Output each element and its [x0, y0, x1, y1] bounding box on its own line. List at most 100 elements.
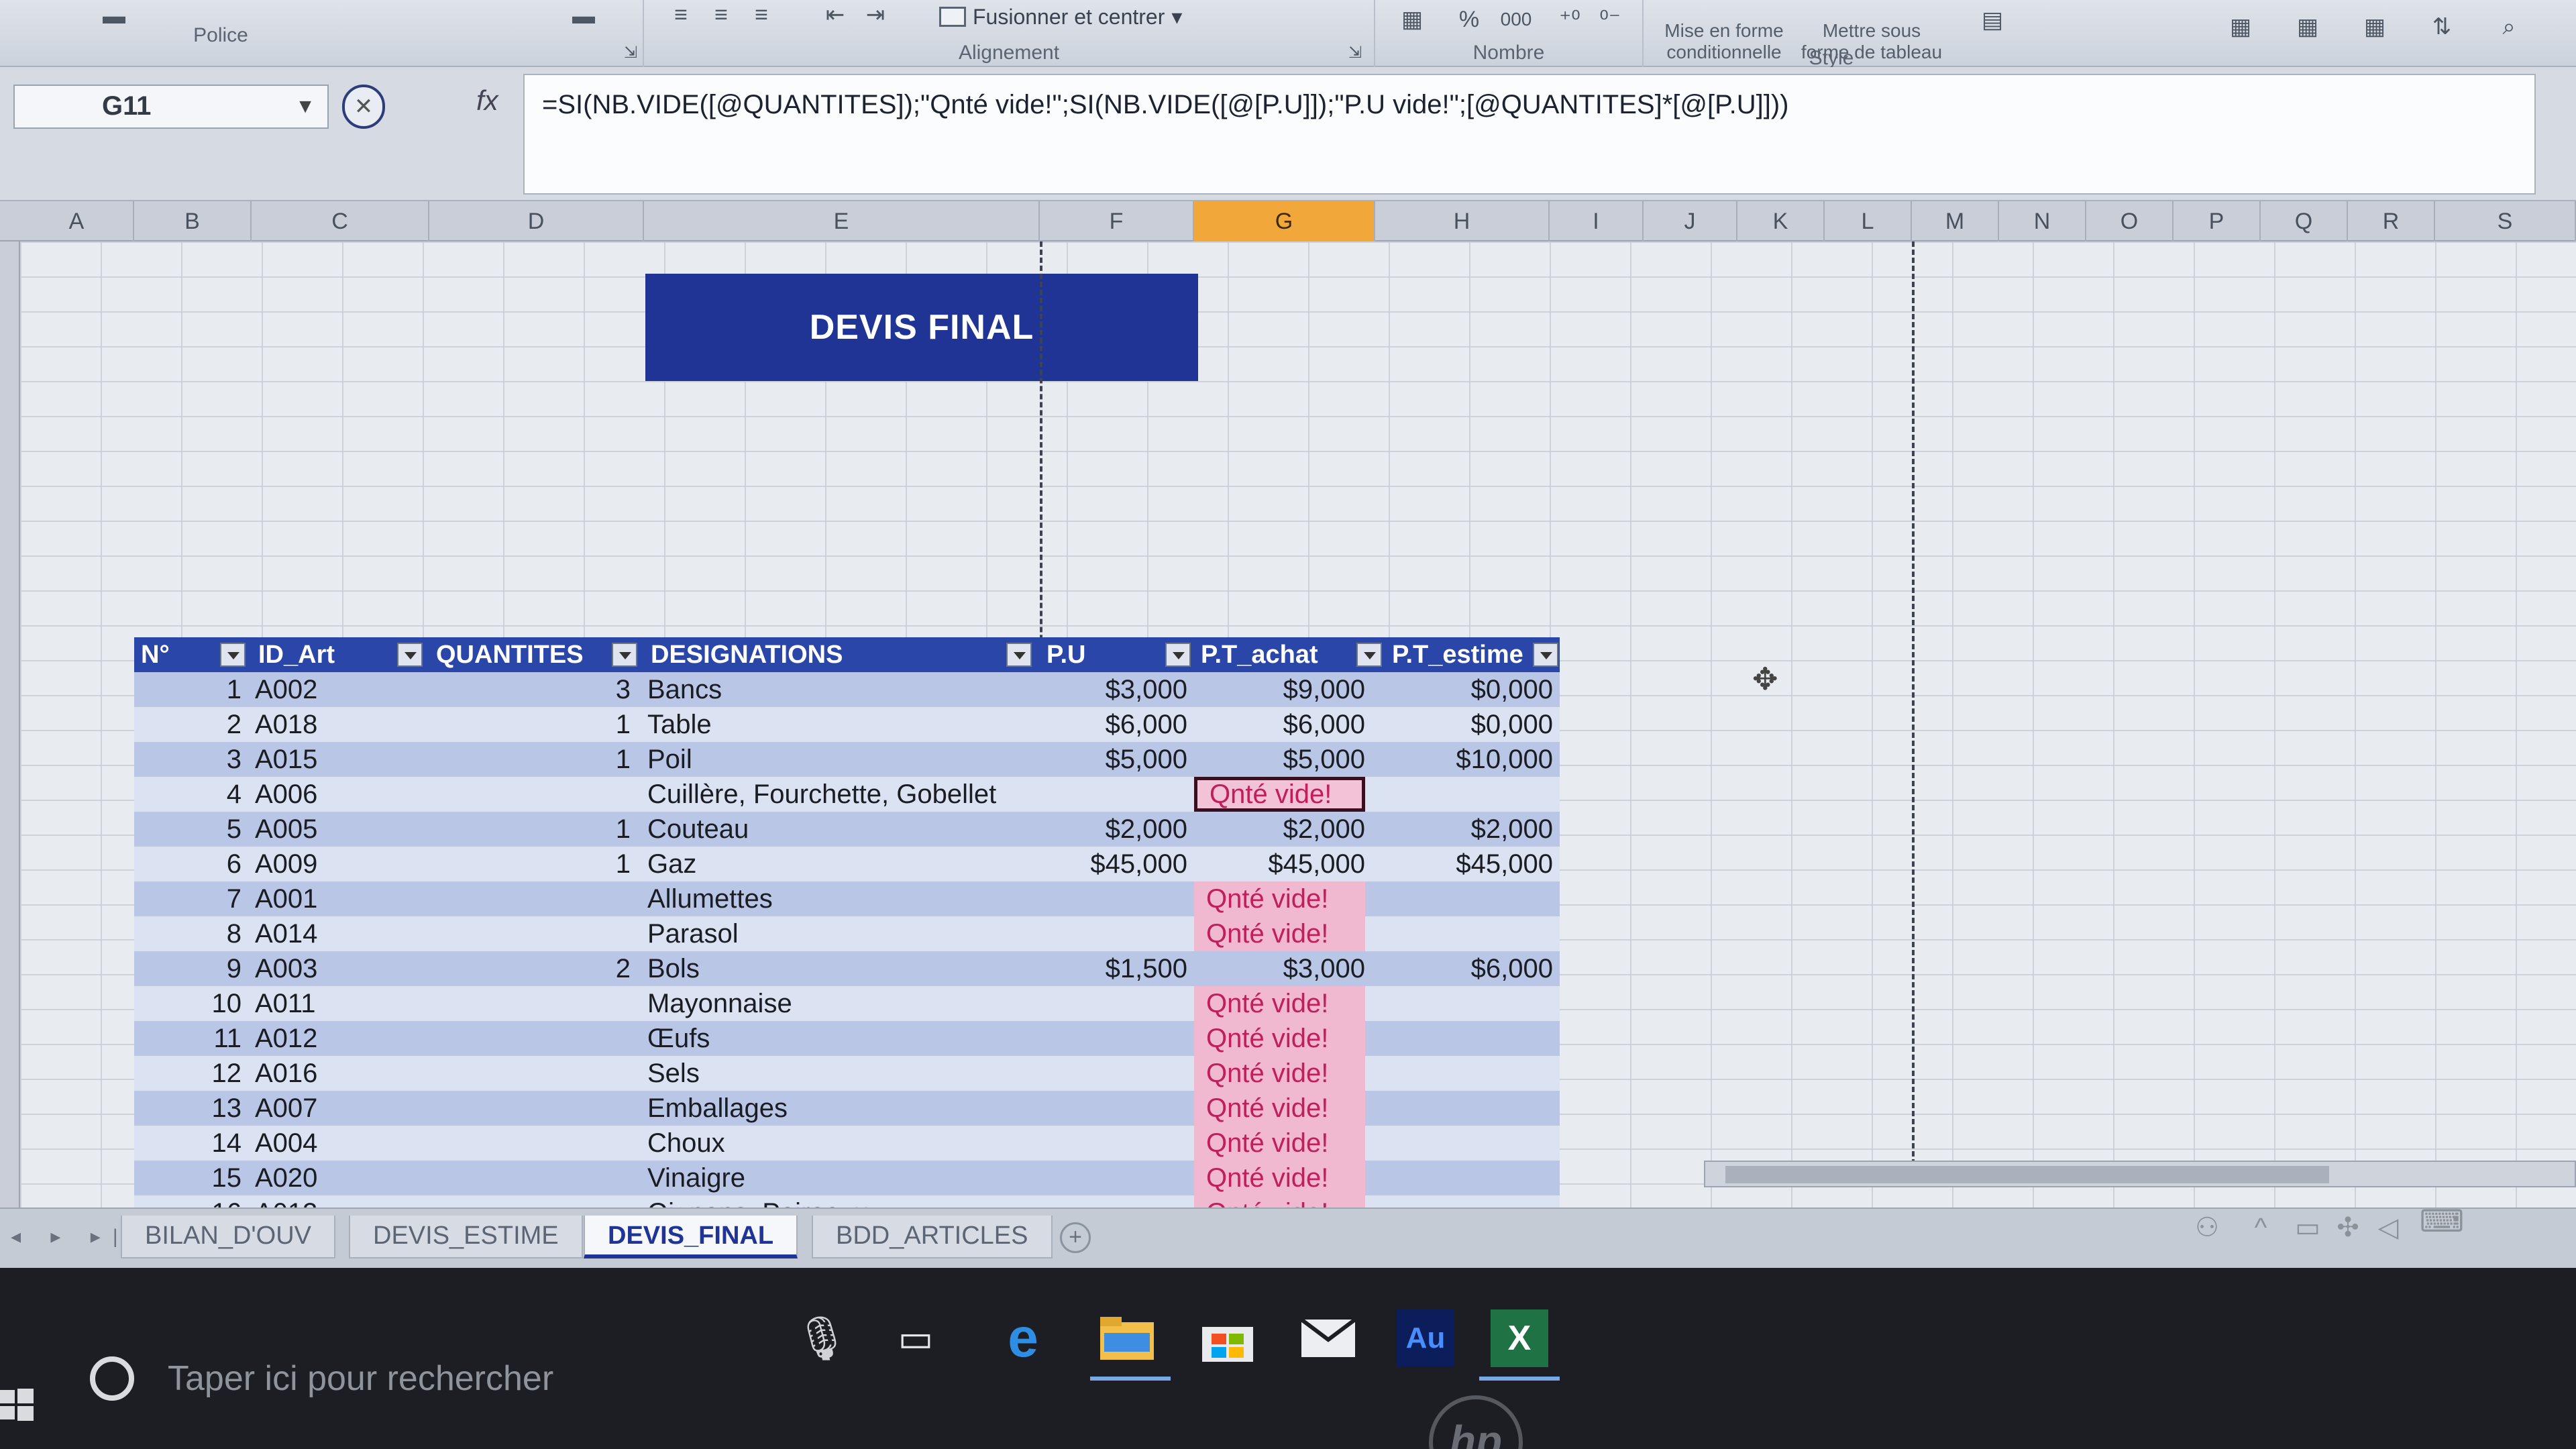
cell-n[interactable]: 14 [134, 1126, 242, 1161]
cell-quantite[interactable]: 1 [429, 847, 631, 881]
align-left-icon[interactable]: ≡ [664, 1, 698, 28]
cell-n[interactable]: 8 [134, 916, 241, 951]
column-header[interactable]: D [429, 201, 644, 241]
warning-cell[interactable]: Qnté vide! [1194, 1161, 1365, 1195]
cell-designation[interactable]: Couteau [647, 812, 1036, 847]
column-header[interactable]: Q [2261, 201, 2348, 241]
column-header-selected[interactable]: G [1194, 201, 1375, 241]
cell-id-art[interactable]: A006 [255, 777, 423, 812]
alignement-launcher-icon[interactable]: ⇲ [1342, 39, 1368, 66]
cell-quantite[interactable] [429, 1056, 631, 1091]
cell-n[interactable]: 15 [134, 1161, 242, 1195]
cell-id-art[interactable]: A003 [255, 951, 423, 986]
table-row[interactable]: 9 A003 2 Bols $1,500 $3,000 $6,000 [134, 951, 1560, 986]
network-icon[interactable]: ✣ [2328, 1208, 2368, 1248]
find-select-icon[interactable]: ⌕ [2482, 7, 2536, 47]
table-row[interactable]: 4 A006 Cuillère, Fourchette, Gobellet Qnté … [134, 777, 1560, 812]
cell-n[interactable]: 7 [134, 881, 241, 916]
cell-pu[interactable] [1040, 986, 1187, 1021]
sheet-nav-arrows-icon[interactable]: ◂ ▸ ▸| [11, 1225, 130, 1248]
cell-pt-estime[interactable]: $0,000 [1385, 707, 1553, 742]
warning-cell[interactable]: Qnté vide! [1194, 916, 1365, 951]
cell-n[interactable]: 6 [134, 847, 241, 881]
cell-designation[interactable]: Sels [647, 1056, 1036, 1091]
cell-quantite[interactable] [429, 1126, 631, 1161]
cell-id-art[interactable]: A009 [255, 847, 423, 881]
file-explorer-icon[interactable] [1090, 1301, 1164, 1375]
warning-cell[interactable]: Qnté vide! [1194, 1056, 1365, 1091]
store-icon[interactable] [1191, 1301, 1265, 1375]
cell-pu[interactable]: $2,000 [1040, 812, 1187, 847]
cell-pu[interactable]: $5,000 [1040, 742, 1187, 777]
battery-icon[interactable]: ▭ [2288, 1208, 2328, 1248]
cell-designation[interactable]: Bols [647, 951, 1036, 986]
cell-quantite[interactable]: 3 [429, 672, 631, 707]
column-header[interactable]: N [1999, 201, 2086, 241]
cell-pt-achat[interactable]: $6,000 [1194, 707, 1365, 742]
warning-cell[interactable]: Qnté vide! [1194, 1021, 1365, 1056]
cell-pt-estime[interactable] [1385, 1056, 1553, 1091]
cell-pt-estime[interactable] [1385, 986, 1553, 1021]
increase-decimal-icon[interactable]: ⁺⁰ [1550, 3, 1590, 36]
cell-pu[interactable] [1040, 1021, 1187, 1056]
cell-pt-estime[interactable] [1385, 1091, 1553, 1126]
cell-styles-icon[interactable]: ▤ [1966, 0, 2019, 40]
cell-n[interactable]: 9 [134, 951, 241, 986]
cell-pt-achat[interactable]: $9,000 [1194, 672, 1365, 707]
column-header[interactable]: O [2086, 201, 2174, 241]
font-color-icon[interactable]: ▬ [94, 3, 134, 30]
cell-n[interactable]: 1 [134, 672, 241, 707]
column-header[interactable]: S [2435, 201, 2576, 241]
cell-pu[interactable] [1040, 916, 1187, 951]
cell-n[interactable]: 12 [134, 1056, 242, 1091]
warning-cell[interactable]: Qnté vide! [1194, 777, 1365, 812]
cell-designation[interactable]: Emballages [647, 1091, 1036, 1126]
cell-pt-estime[interactable]: $45,000 [1385, 847, 1553, 881]
cell-pu[interactable]: $1,500 [1040, 951, 1187, 986]
cell-id-art[interactable]: A005 [255, 812, 423, 847]
excel-icon[interactable]: X [1483, 1301, 1556, 1375]
keyboard-icon[interactable]: ⌨ [2415, 1201, 2469, 1241]
table-row[interactable]: 6 A009 1 Gaz $45,000 $45,000 $45,000 [134, 847, 1560, 881]
cell-quantite[interactable]: 2 [429, 951, 631, 986]
cell-n[interactable]: 11 [134, 1021, 241, 1056]
table-row[interactable]: 7 A001 Allumettes Qnté vide! [134, 881, 1560, 916]
column-header[interactable]: M [1912, 201, 1999, 241]
column-header[interactable]: F [1040, 201, 1194, 241]
tab-bilan-douv[interactable]: BILAN_D'OUV [121, 1216, 336, 1258]
cell-pt-estime[interactable]: $6,000 [1385, 951, 1553, 986]
cell-id-art[interactable]: A012 [255, 1021, 423, 1056]
filter-dropdown-icon[interactable] [1165, 643, 1191, 667]
cell-designation[interactable]: Œufs [647, 1021, 1036, 1056]
table-row[interactable]: 13 A007 Emballages Qnté vide! [134, 1091, 1560, 1126]
taskbar-search[interactable]: Taper ici pour rechercher [74, 1348, 812, 1409]
cortana-icon[interactable] [90, 1356, 134, 1401]
cell-quantite[interactable] [429, 777, 631, 812]
cell-pt-estime[interactable] [1385, 1126, 1553, 1161]
cell-n[interactable]: 13 [134, 1091, 242, 1126]
cell-pu[interactable] [1040, 1161, 1187, 1195]
cell-quantite[interactable] [429, 1021, 631, 1056]
cell-pu[interactable]: $3,000 [1040, 672, 1187, 707]
cell-pu[interactable] [1040, 1126, 1187, 1161]
cell-designation[interactable]: Poil [647, 742, 1036, 777]
audition-icon[interactable]: Au [1389, 1301, 1462, 1375]
cell-id-art[interactable]: A002 [255, 672, 423, 707]
cell-pu[interactable] [1040, 881, 1187, 916]
warning-cell[interactable]: Qnté vide! [1194, 1091, 1365, 1126]
chevron-down-icon[interactable]: ▼ [295, 95, 315, 118]
column-header[interactable]: A [20, 201, 134, 241]
cell-pt-estime[interactable] [1385, 777, 1553, 812]
accounting-format-icon[interactable]: ▦ [1389, 3, 1436, 36]
column-header[interactable]: J [1644, 201, 1737, 241]
cancel-formula-button[interactable]: ✕ [342, 85, 385, 129]
cell-pt-achat[interactable]: $3,000 [1194, 951, 1365, 986]
sort-filter-icon[interactable]: ⇅ [2415, 7, 2469, 47]
column-header[interactable]: B [134, 201, 252, 241]
cell-id-art[interactable]: A015 [255, 742, 423, 777]
mail-icon[interactable] [1291, 1301, 1365, 1375]
cell-quantite[interactable]: 1 [429, 742, 631, 777]
cell-designation[interactable]: Bancs [647, 672, 1036, 707]
cell-pt-achat[interactable]: $5,000 [1194, 742, 1365, 777]
column-header[interactable]: R [2348, 201, 2435, 241]
